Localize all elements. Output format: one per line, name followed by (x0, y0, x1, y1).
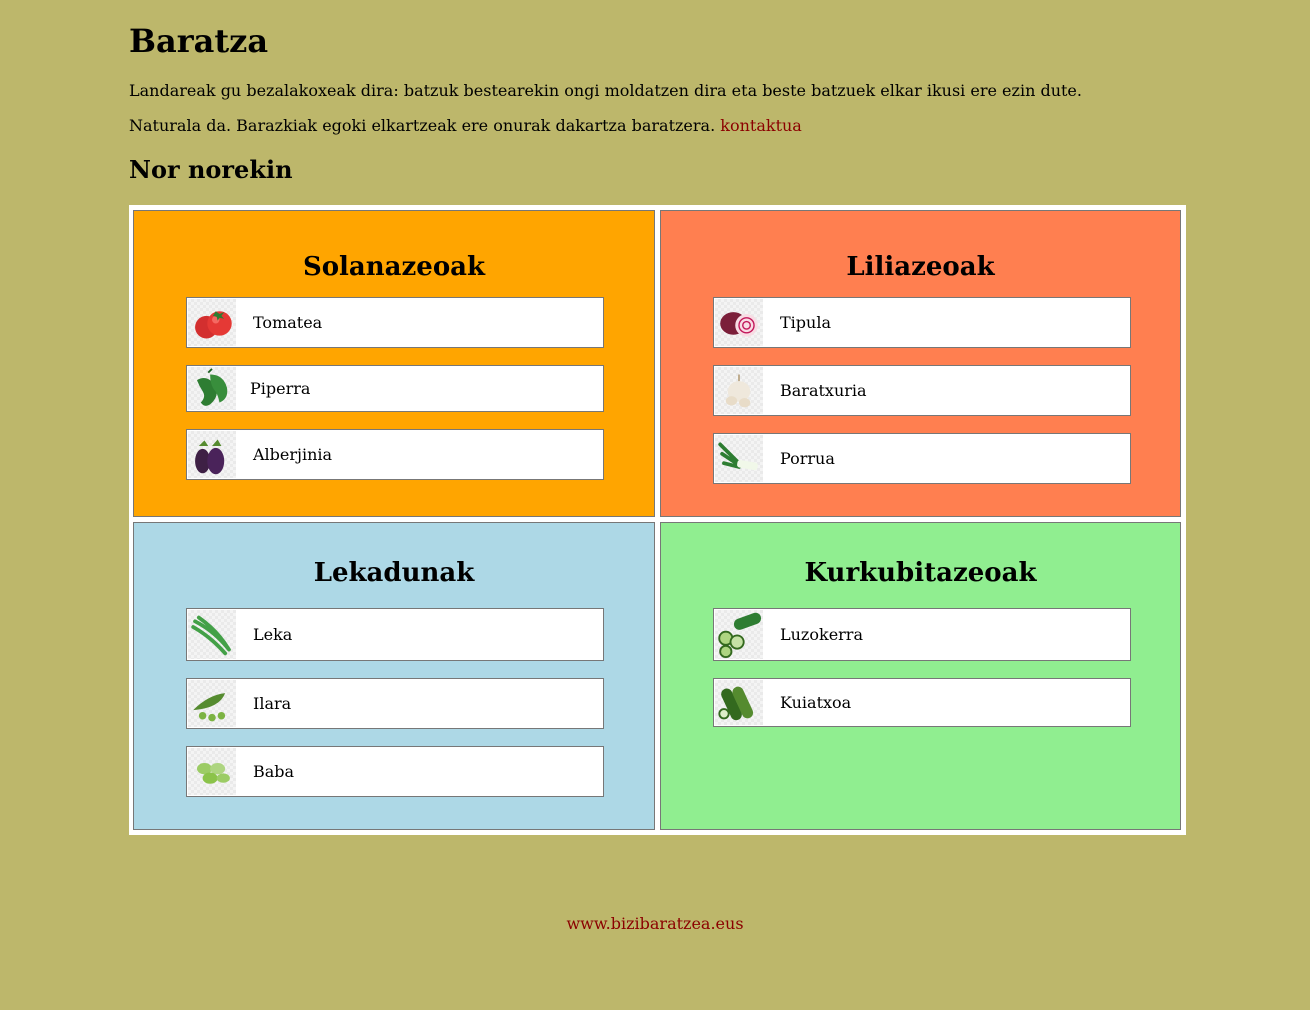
cucumber-icon (715, 610, 763, 659)
intro-text-1: Landareak gu bezalakoxeak dira: batzuk b… (129, 81, 1082, 100)
plant-item-ilara[interactable]: Ilara (186, 678, 604, 729)
plant-item-label: Luzokerra (780, 625, 863, 644)
plant-item-piperra[interactable]: Piperra (186, 365, 604, 412)
group-panel-lekadunak: Lekadunak Leka Ilara Baba (133, 522, 655, 830)
footer: www.bizibaratzea.eus (0, 913, 1310, 935)
plant-item-kuiatxoa[interactable]: Kuiatxoa (713, 678, 1131, 727)
plant-item-leka[interactable]: Leka (186, 608, 604, 661)
group-title: Kurkubitazeoak (804, 558, 1037, 588)
plant-item-label: Tipula (780, 313, 831, 332)
section-title: Nor norekin (129, 155, 293, 184)
eggplant-icon (188, 431, 236, 478)
plant-item-baba[interactable]: Baba (186, 746, 604, 797)
plant-item-tomatea[interactable]: Tomatea (186, 297, 604, 348)
plant-item-alberjinia[interactable]: Alberjinia (186, 429, 604, 480)
plant-item-baratxuria[interactable]: Baratxuria (713, 365, 1131, 416)
plant-item-label: Baratxuria (780, 381, 867, 400)
tomato-icon (188, 299, 236, 346)
group-panel-liliazeoak: Liliazeoak Tipula Baratxuria Porrua (660, 210, 1181, 517)
plant-item-label: Kuiatxoa (780, 693, 852, 712)
onion-icon (715, 299, 763, 346)
intro-text-2-body: Naturala da. Barazkiak egoki elkartzeak … (129, 116, 716, 135)
intro-text-2: Naturala da. Barazkiak egoki elkartzeak … (129, 115, 802, 137)
group-title: Lekadunak (313, 558, 475, 588)
plant-item-label: Ilara (253, 694, 292, 713)
footer-website-link[interactable]: www.bizibaratzea.eus (566, 914, 743, 933)
group-panel-kurkubitazeoak: Kurkubitazeoak Luzokerra Kuiatxoa (660, 522, 1181, 830)
zucchini-icon (715, 680, 763, 725)
plant-item-porrua[interactable]: Porrua (713, 433, 1131, 484)
group-title: Liliazeoak (846, 252, 995, 282)
plant-item-label: Leka (253, 625, 293, 644)
plant-item-luzokerra[interactable]: Luzokerra (713, 608, 1131, 661)
broad-bean-icon (188, 748, 236, 795)
plant-item-tipula[interactable]: Tipula (713, 297, 1131, 348)
green-bean-icon (188, 610, 236, 659)
contact-link[interactable]: kontaktua (720, 116, 802, 135)
plant-item-label: Piperra (250, 379, 311, 398)
page-title: Baratza (129, 22, 269, 60)
group-title: Solanazeoak (302, 252, 486, 282)
garlic-icon (715, 367, 763, 414)
leek-icon (715, 435, 763, 482)
pea-icon (188, 680, 236, 727)
plant-item-label: Baba (253, 762, 295, 781)
plant-item-label: Alberjinia (253, 445, 333, 464)
plant-item-label: Porrua (780, 449, 835, 468)
plant-item-label: Tomatea (253, 313, 323, 332)
plant-groups-grid: Solanazeoak Tomatea Piperra Alberjinia L… (129, 205, 1186, 835)
pepper-icon (188, 367, 236, 410)
group-panel-solanazeoak: Solanazeoak Tomatea Piperra Alberjinia (133, 210, 655, 517)
